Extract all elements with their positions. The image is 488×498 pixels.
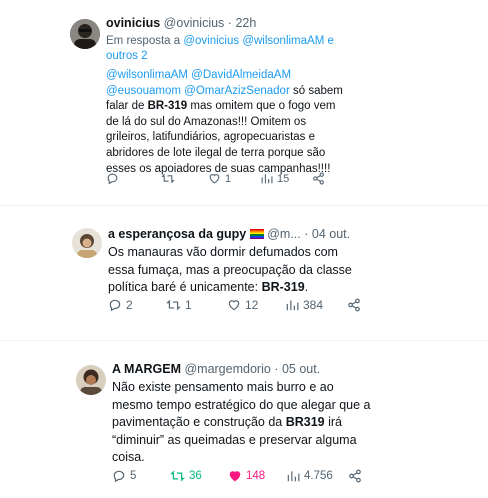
view-count: 4.756 [304, 470, 333, 482]
retweet-icon [170, 470, 185, 482]
avatar-photo [72, 228, 102, 258]
reply-button[interactable]: 5 [112, 469, 170, 483]
share-button[interactable] [347, 298, 361, 312]
handle[interactable]: @margemdorio [184, 362, 270, 376]
text-fragment: política baré é unicamente: [108, 280, 262, 294]
avatar[interactable] [76, 365, 106, 395]
like-button[interactable]: 148 [228, 469, 286, 483]
text-fragment: . [304, 280, 309, 294]
heart-icon [228, 300, 240, 311]
tweet-header: ovinicius @ovinicius · 22h [106, 16, 256, 30]
bold-keyword: BR-319 [261, 280, 305, 294]
bold-keyword: BR-319 [147, 100, 188, 113]
action-bar: 2 1 12 384 [108, 298, 361, 312]
text-fragment: só sabem [289, 84, 343, 97]
reply-icon [109, 299, 121, 312]
handle[interactable]: @m... [267, 227, 301, 241]
reply-icon [113, 470, 125, 483]
heart-filled-icon [229, 471, 241, 482]
like-count: 1 [225, 172, 232, 185]
tweet-2[interactable]: a esperançosa da gupy @m... · 04 out. Os… [0, 210, 488, 320]
retweet-icon [166, 299, 181, 311]
rainbow-flag-icon [249, 229, 264, 239]
text-line: coisa. [112, 450, 145, 464]
display-name[interactable]: a esperançosa da gupy [108, 227, 246, 241]
share-button[interactable] [312, 172, 325, 185]
text-line: “diminuir” as queimadas e preservar algu… [112, 432, 357, 447]
mention-line[interactable]: @wilsonlimaAM @DavidAlmeidaAM [106, 68, 346, 84]
like-count: 12 [245, 298, 259, 312]
reply-button[interactable]: 2 [108, 298, 166, 312]
views-chart-icon [286, 300, 299, 311]
reply-count: 2 [126, 298, 133, 312]
share-button[interactable] [348, 469, 362, 483]
timestamp[interactable]: 04 out. [312, 227, 350, 241]
retweet-button[interactable]: 36 [170, 469, 228, 483]
tweet-text: Não existe pensamento mais burro e ao me… [112, 379, 382, 467]
view-count: 384 [303, 298, 324, 312]
divider [0, 205, 488, 206]
tweet-header: a esperançosa da gupy @m... · 04 out. [108, 227, 350, 241]
reply-more-link[interactable]: outros 2 [106, 49, 346, 64]
tweet-1[interactable]: ovinicius @ovinicius · 22h Em resposta a… [0, 0, 488, 200]
text-line: grileiros, latifundiários, agropecuarist… [106, 131, 316, 144]
views-chart-icon [287, 471, 300, 482]
avatar[interactable] [70, 19, 100, 49]
tweet-text: @wilsonlimaAM @DavidAlmeidaAM @eusouamom… [106, 68, 346, 177]
views-button[interactable]: 15 [260, 172, 312, 185]
heart-icon [209, 174, 220, 184]
reply-context: Em resposta a @ovinicius @wilsonlimaAM e… [106, 34, 346, 64]
text-fragment: pavimentação e construção da [112, 415, 286, 429]
dot-separator: · [227, 16, 232, 30]
text-line: mesmo tempo estratégico do que alegar qu… [112, 397, 371, 412]
avatar[interactable] [72, 228, 102, 258]
retweet-count: 36 [189, 470, 202, 482]
display-name[interactable]: A MARGEM [112, 362, 181, 376]
text-line: abridores de lote ilegal de terra porque… [106, 146, 326, 159]
text-line: de lá do sul do Amazonas!!! Omitem os [106, 115, 307, 128]
share-icon [348, 298, 360, 312]
display-name[interactable]: ovinicius [106, 16, 160, 30]
retweet-count: 1 [185, 298, 192, 312]
text-fragment: irá [324, 415, 343, 429]
retweet-button[interactable] [161, 172, 208, 185]
share-icon [349, 469, 361, 483]
tweet-text: Os manauras vão dormir defumados com ess… [108, 244, 368, 297]
reply-prefix: Em resposta a [106, 35, 184, 47]
view-count: 15 [277, 172, 290, 185]
views-button[interactable]: 4.756 [286, 469, 348, 483]
text-fragment: mas omitem que o fogo vem [187, 100, 336, 113]
views-chart-icon [261, 174, 273, 184]
reply-button[interactable] [106, 172, 161, 185]
reply-icon [107, 173, 118, 185]
like-button[interactable]: 1 [208, 172, 260, 185]
dot-separator: · [304, 227, 309, 241]
tweet-3[interactable]: A MARGEM @margemdorio · 05 out. Não exis… [0, 345, 488, 498]
avatar-photo [76, 365, 106, 395]
share-icon [313, 172, 324, 185]
text-line: Os manauras vão dormir defumados com [108, 245, 338, 259]
divider [0, 340, 488, 341]
views-button[interactable]: 384 [285, 298, 347, 312]
timestamp[interactable]: 05 out. [282, 362, 320, 376]
text-line: essa fumaça, mas a preocupação da classe [108, 262, 352, 277]
tweet-header: A MARGEM @margemdorio · 05 out. [112, 362, 320, 376]
bold-keyword: BR319 [285, 415, 325, 429]
reply-count: 5 [130, 470, 137, 482]
action-bar: 5 36 148 4.756 [112, 469, 362, 483]
dot-separator: · [274, 362, 279, 376]
like-count: 148 [246, 470, 266, 482]
action-bar: 1 15 [106, 172, 325, 185]
timestamp[interactable]: 22h [235, 16, 256, 30]
like-button[interactable]: 12 [227, 298, 285, 312]
handle[interactable]: @ovinicius [164, 16, 225, 30]
avatar-photo [70, 19, 100, 49]
retweet-icon [161, 173, 175, 184]
reply-mentions[interactable]: @ovinicius @wilsonlimaAM e [183, 35, 334, 47]
retweet-button[interactable]: 1 [166, 298, 227, 312]
text-fragment: falar de [106, 100, 148, 113]
mention-line[interactable]: @eusouamom @OmarAzizSenador [106, 85, 290, 97]
text-line: Não existe pensamento mais burro e ao [112, 380, 334, 394]
